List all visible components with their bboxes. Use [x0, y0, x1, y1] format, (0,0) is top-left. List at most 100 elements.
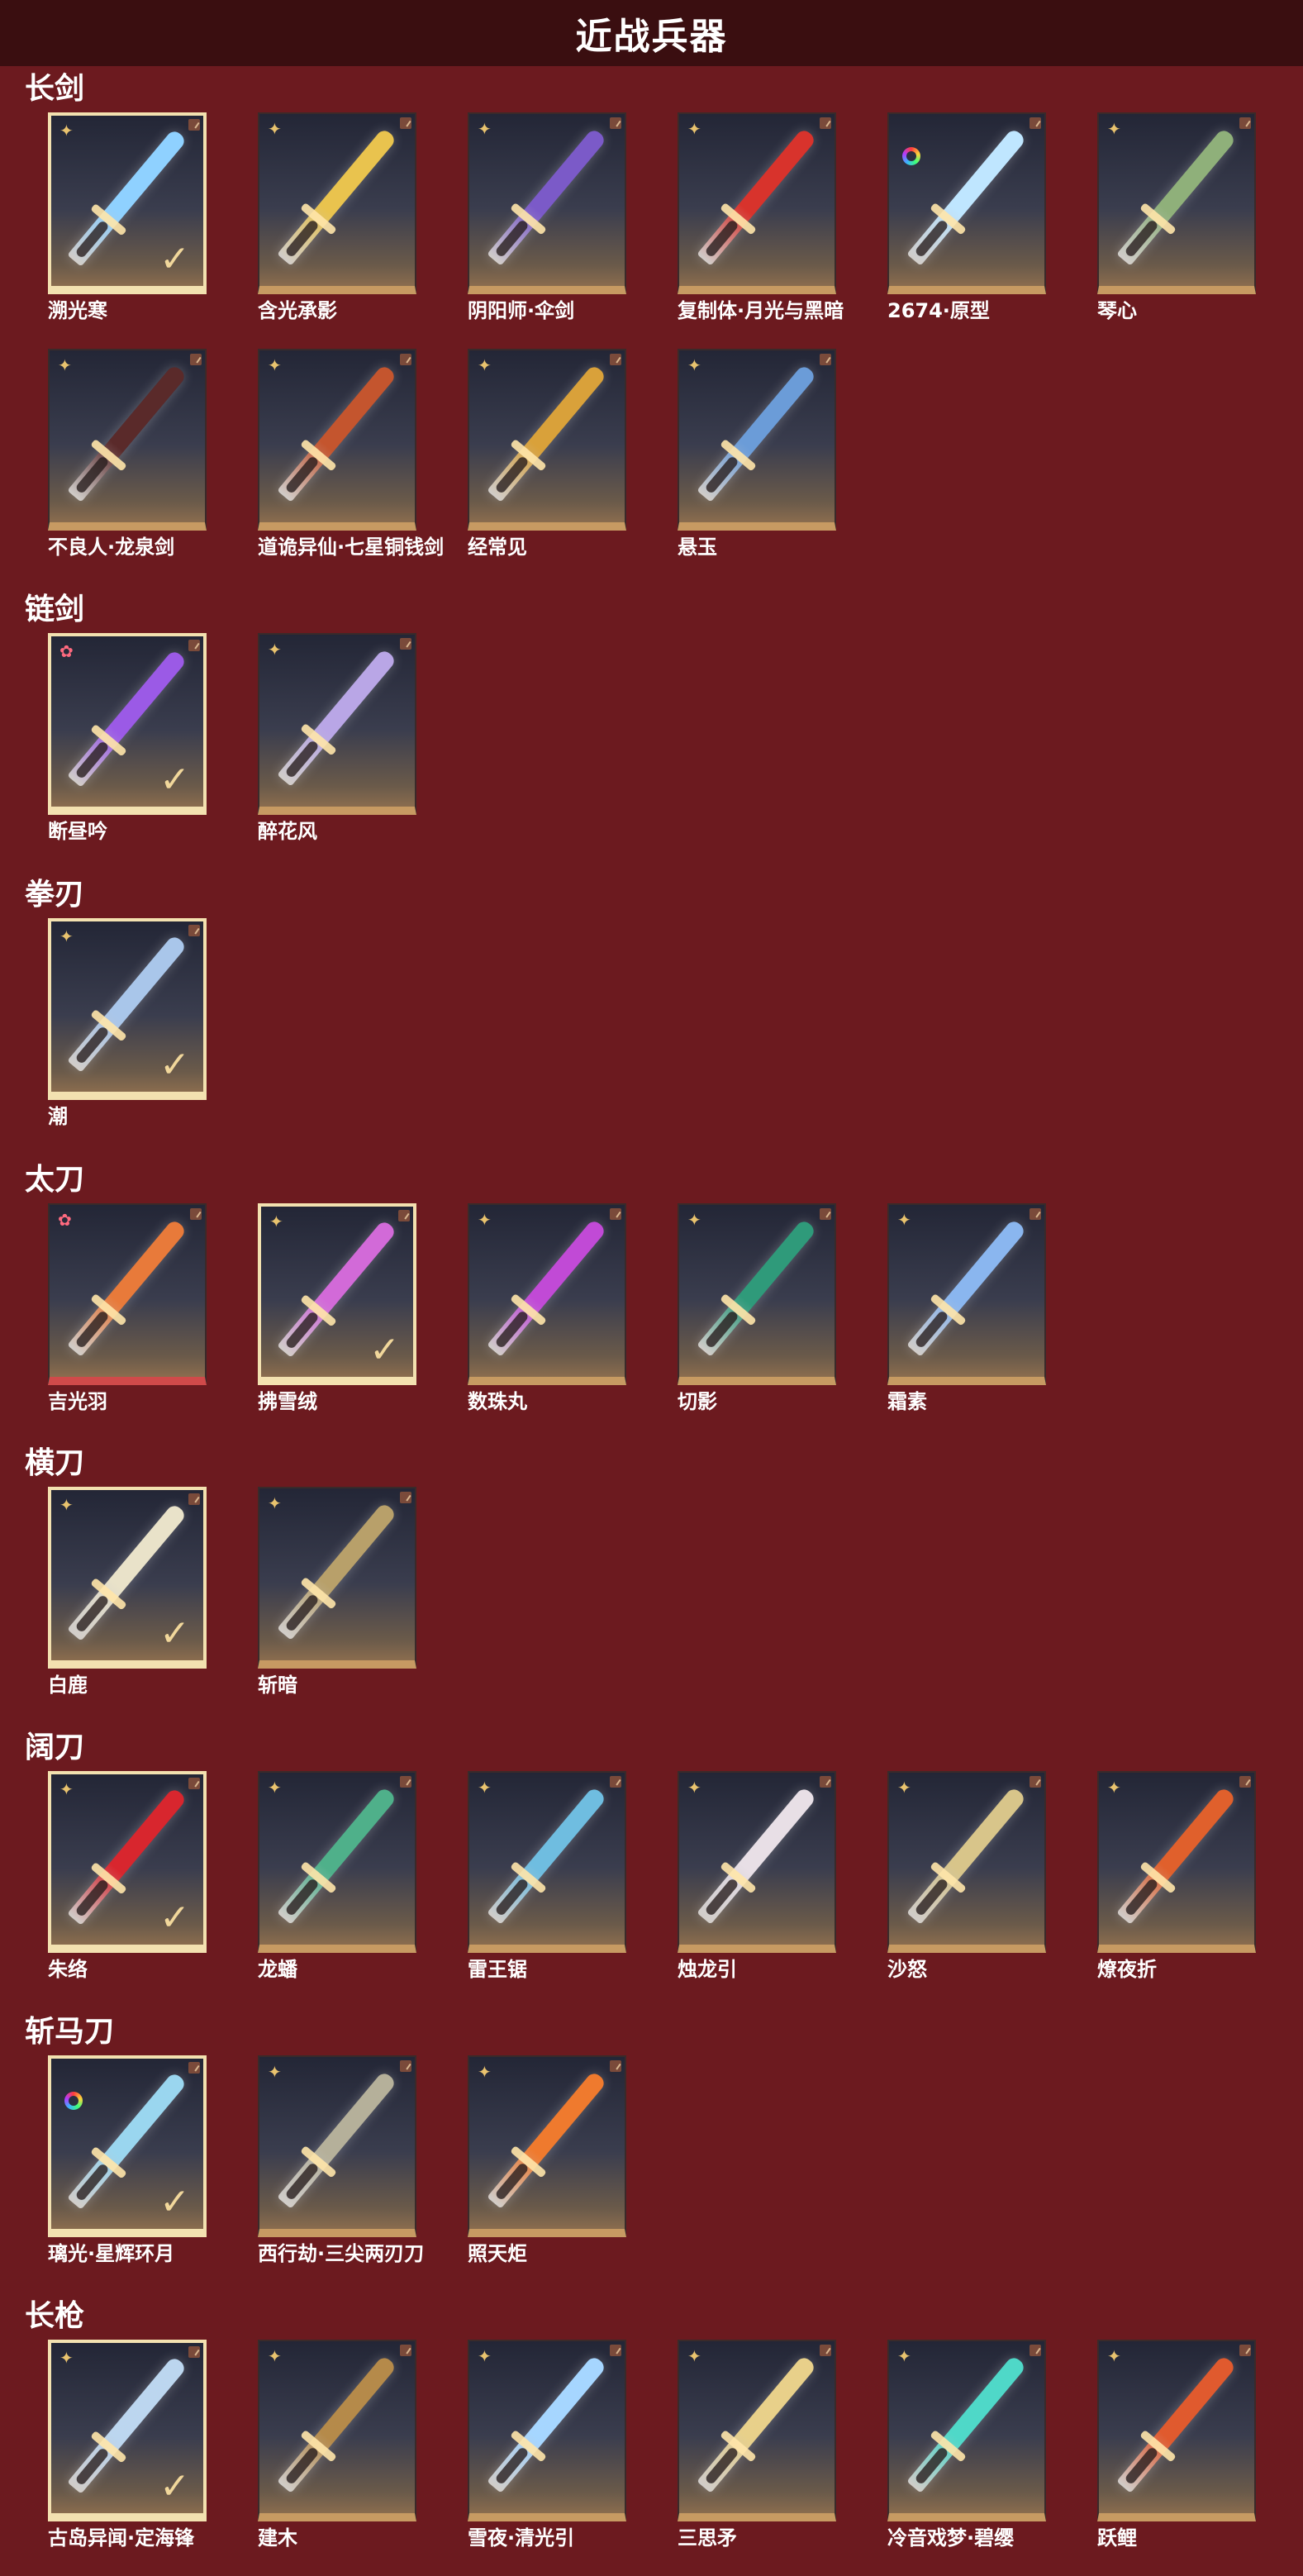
- section-title: 链剑: [25, 593, 85, 626]
- weapon-name: 道诡异仙·七星铜钱剑: [258, 536, 445, 559]
- weapon-card[interactable]: ✦ 切影: [678, 1203, 836, 1413]
- weapon-card[interactable]: 2674·原型: [887, 112, 1046, 322]
- weapon-thumbnail[interactable]: ✦ ✓: [258, 1203, 416, 1385]
- weapon-thumbnail[interactable]: ✦: [887, 2340, 1046, 2521]
- broadblade-jade-icon: [277, 1786, 397, 1925]
- weapon-thumbnail[interactable]: ✦: [258, 1771, 416, 1953]
- weapon-card[interactable]: ✦ 沙怒: [887, 1771, 1046, 1981]
- weapon-thumbnail[interactable]: ✦: [887, 1771, 1046, 1953]
- weapon-card[interactable]: ✦ ✓ 溯光寒: [48, 112, 207, 322]
- corner-tag-icon: [1030, 1776, 1041, 1788]
- weapon-card[interactable]: ✓ 璃光·星辉环月: [48, 2055, 207, 2265]
- weapon-card[interactable]: ✦ 数珠丸: [468, 1203, 626, 1413]
- weapon-thumbnail[interactable]: ✦ ✓: [48, 1487, 207, 1669]
- weapon-name: 数珠丸: [468, 1390, 527, 1413]
- corner-tag-icon: [400, 1776, 411, 1788]
- gold-sparkle-icon: ✦: [268, 640, 282, 659]
- corner-tag-icon: [188, 1778, 200, 1789]
- weapon-thumbnail[interactable]: ✿: [48, 1203, 207, 1385]
- weapon-thumbnail[interactable]: ✦: [1097, 2340, 1256, 2521]
- weapon-thumbnail[interactable]: ✦: [887, 1203, 1046, 1385]
- weapon-thumbnail[interactable]: ✦: [468, 2055, 626, 2237]
- weapon-thumbnail[interactable]: ✦: [468, 2340, 626, 2521]
- weapon-thumbnail[interactable]: ✦: [678, 1771, 836, 1953]
- weapon-thumbnail[interactable]: ✦: [258, 2340, 416, 2521]
- gold-sparkle-icon: ✦: [268, 2346, 282, 2366]
- weapon-card[interactable]: ✦ ✓ 古岛异闻·定海锋: [48, 2340, 207, 2550]
- corner-tag-icon: [400, 2060, 411, 2072]
- weapon-card[interactable]: ✦ 斩暗: [258, 1487, 416, 1697]
- weapon-thumbnail[interactable]: ✦: [468, 112, 626, 294]
- section-title: 长剑: [25, 72, 85, 106]
- weapon-thumbnail[interactable]: ✦: [468, 1203, 626, 1385]
- weapon-thumbnail[interactable]: ✿ ✓: [48, 633, 207, 815]
- weapon-thumbnail[interactable]: ✓: [48, 2055, 207, 2237]
- weapon-thumbnail[interactable]: ✦: [258, 349, 416, 531]
- weapon-card[interactable]: ✦ 雪夜·清光引: [468, 2340, 626, 2550]
- weapon-thumbnail[interactable]: ✦: [678, 112, 836, 294]
- weapon-card[interactable]: ✦ ✓ 拂雪绒: [258, 1203, 416, 1413]
- weapon-card[interactable]: ✦ ✓ 潮: [48, 918, 207, 1128]
- weapon-thumbnail[interactable]: ✦: [678, 2340, 836, 2521]
- corner-tag-icon: [820, 2345, 831, 2356]
- weapon-card[interactable]: ✦ 经常见: [468, 349, 626, 559]
- weapon-thumbnail[interactable]: ✦ ✓: [48, 2340, 207, 2521]
- weapon-thumbnail[interactable]: ✦: [258, 112, 416, 294]
- weapon-name: 2674·原型: [887, 299, 990, 322]
- corner-tag-icon: [820, 1776, 831, 1788]
- weapon-name: 醉花风: [258, 820, 317, 843]
- equipped-check-icon: ✓: [369, 1329, 400, 1371]
- weapon-card[interactable]: ✦ 照天炬: [468, 2055, 626, 2265]
- weapon-card[interactable]: ✦ 醉花风: [258, 633, 416, 843]
- weapon-card[interactable]: ✦ 道诡异仙·七星铜钱剑: [258, 349, 445, 559]
- weapon-card[interactable]: ✦ 跃鲤: [1097, 2340, 1256, 2550]
- weapon-card[interactable]: ✦ 西行劫·三尖两刃刀: [258, 2055, 425, 2265]
- weapon-thumbnail[interactable]: ✦: [468, 1771, 626, 1953]
- weapon-name: 斩暗: [258, 1674, 297, 1697]
- weapon-card[interactable]: ✦ 复制体·月光与黑暗: [678, 112, 844, 322]
- weapon-thumbnail[interactable]: ✦: [48, 349, 207, 531]
- weapon-name: 璃光·星辉环月: [48, 2242, 175, 2265]
- katana-frost-icon: [906, 1218, 1027, 1357]
- weapon-card[interactable]: ✦ ✓ 白鹿: [48, 1487, 207, 1697]
- weapon-name: 西行劫·三尖两刃刀: [258, 2242, 425, 2265]
- weapon-thumbnail[interactable]: ✦: [678, 1203, 836, 1385]
- gold-sparkle-icon: ✦: [1107, 1778, 1121, 1797]
- gold-sparkle-icon: ✦: [478, 1778, 492, 1797]
- broadblade-cyan-icon: [487, 1786, 607, 1925]
- weapon-thumbnail[interactable]: ✦: [258, 633, 416, 815]
- weapon-card[interactable]: ✦ 三思矛: [678, 2340, 836, 2550]
- weapon-card[interactable]: ✦ 阴阳师·伞剑: [468, 112, 626, 322]
- weapon-card[interactable]: ✦ 雷王锯: [468, 1771, 626, 1981]
- weapon-card[interactable]: ✦ 琴心: [1097, 112, 1256, 322]
- weapon-card[interactable]: ✦ 烛龙引: [678, 1771, 836, 1981]
- weapon-card[interactable]: ✿ 吉光羽: [48, 1203, 207, 1413]
- weapon-thumbnail[interactable]: ✦: [1097, 1771, 1256, 1953]
- weapon-card[interactable]: ✦ 霜素: [887, 1203, 1046, 1413]
- weapon-name: 跃鲤: [1097, 2526, 1137, 2550]
- weapon-card[interactable]: ✦ 燎夜折: [1097, 1771, 1256, 1981]
- weapon-card[interactable]: ✦ 龙蟠: [258, 1771, 416, 1981]
- saber-bronze-icon: [277, 1502, 397, 1640]
- section-title: 阔刀: [25, 1731, 85, 1764]
- weapon-card[interactable]: ✦ 冷音戏梦·碧缨: [887, 2340, 1046, 2550]
- weapon-card[interactable]: ✦ 悬玉: [678, 349, 836, 559]
- weapon-thumbnail[interactable]: ✦ ✓: [48, 1771, 207, 1953]
- weapon-name: 阴阳师·伞剑: [468, 299, 575, 322]
- glaive-flame-icon: [487, 2070, 607, 2209]
- spear-wood-icon: [277, 2355, 397, 2493]
- weapon-thumbnail[interactable]: ✦: [678, 349, 836, 531]
- weapon-thumbnail[interactable]: ✦: [468, 349, 626, 531]
- weapon-card[interactable]: ✦ 含光承影: [258, 112, 416, 322]
- weapon-thumbnail[interactable]: ✦: [258, 2055, 416, 2237]
- weapon-card[interactable]: ✦ 建木: [258, 2340, 416, 2550]
- weapon-thumbnail[interactable]: ✦: [258, 1487, 416, 1669]
- gold-sparkle-icon: ✦: [478, 1210, 492, 1230]
- weapon-thumbnail[interactable]: ✦ ✓: [48, 112, 207, 294]
- weapon-thumbnail[interactable]: [887, 112, 1046, 294]
- weapon-card[interactable]: ✦ 不良人·龙泉剑: [48, 349, 207, 559]
- weapon-card[interactable]: ✦ ✓ 朱络: [48, 1771, 207, 1981]
- weapon-card[interactable]: ✿ ✓ 断昼吟: [48, 633, 207, 843]
- weapon-thumbnail[interactable]: ✦ ✓: [48, 918, 207, 1100]
- weapon-thumbnail[interactable]: ✦: [1097, 112, 1256, 294]
